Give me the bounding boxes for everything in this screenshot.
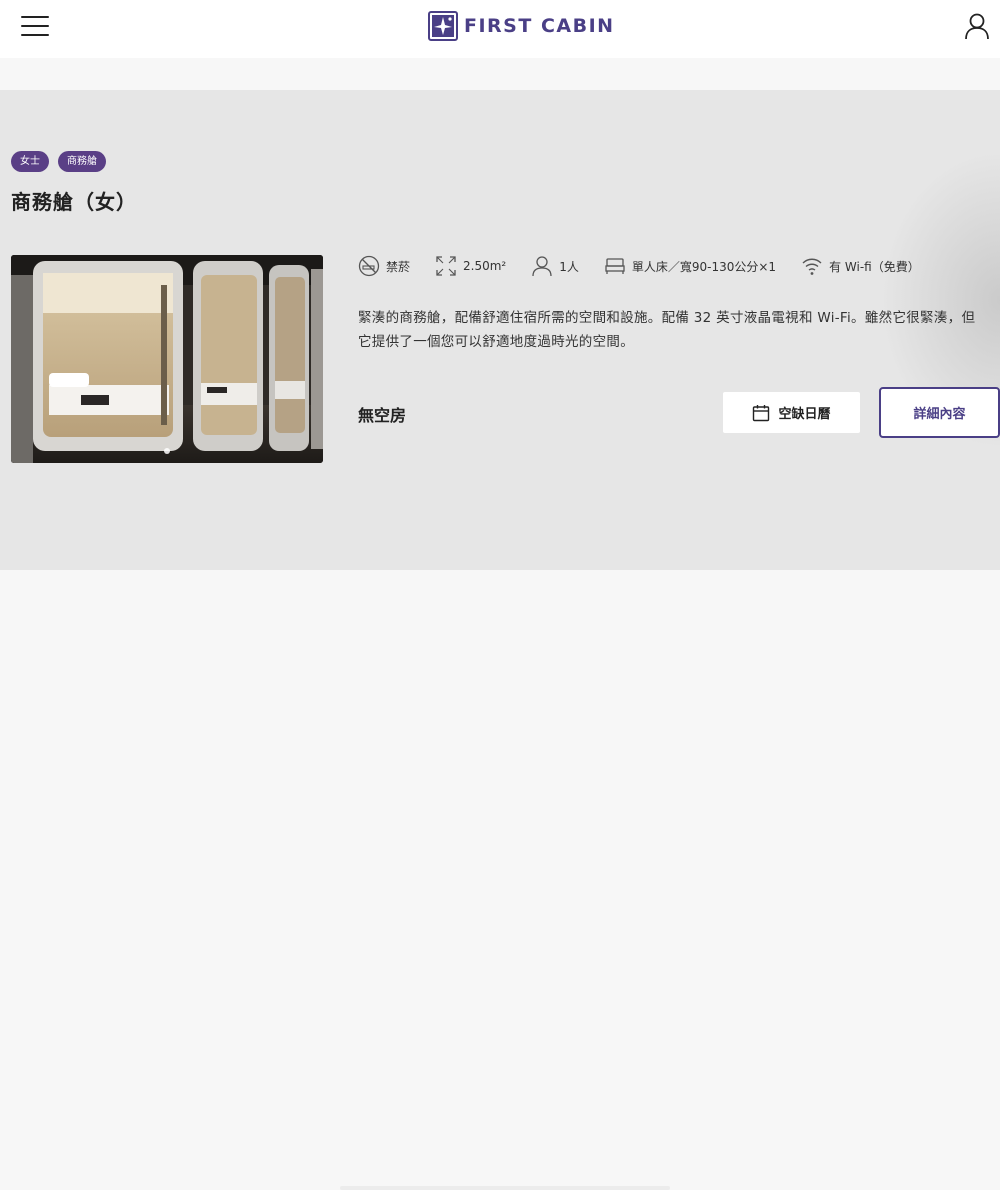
tag-ladies: 女士 xyxy=(11,151,49,172)
room-card: 女士 商務艙 商務艙（女） 禁菸 2.50m² 1人 單人床／寬90-130公分… xyxy=(0,90,1000,570)
feature-area-label: 2.50m² xyxy=(463,259,507,273)
feature-capacity: 1人 xyxy=(531,255,579,277)
person-icon xyxy=(532,256,552,277)
expand-area-icon xyxy=(436,256,456,276)
details-button[interactable]: 詳細內容 xyxy=(879,387,1000,438)
logo-text: FIRST CABIN xyxy=(464,15,615,37)
next-card-edge xyxy=(340,1186,670,1190)
calendar-icon xyxy=(753,404,770,421)
feature-bed-label: 單人床／寬90-130公分×1 xyxy=(631,259,777,274)
feature-wifi: 有 Wi-fi（免費） xyxy=(801,255,920,277)
section-spacer xyxy=(0,58,1000,90)
details-button-label: 詳細內容 xyxy=(913,407,966,422)
logo-mark-icon xyxy=(428,11,458,41)
user-profile-icon[interactable] xyxy=(964,12,990,40)
feature-wifi-label: 有 Wi-fi（免費） xyxy=(829,259,920,274)
room-features: 禁菸 2.50m² 1人 單人床／寬90-130公分×1 有 Wi-fi（免費） xyxy=(358,254,945,278)
site-header: FIRST CABIN xyxy=(0,0,1000,58)
feature-bed: 單人床／寬90-130公分×1 xyxy=(604,255,776,277)
feature-smoking-label: 禁菸 xyxy=(386,259,411,274)
section-spacer-bottom xyxy=(0,570,1000,1190)
site-logo[interactable]: FIRST CABIN xyxy=(428,10,615,42)
bed-icon xyxy=(605,258,625,274)
wifi-icon xyxy=(802,258,822,275)
hamburger-menu-icon[interactable] xyxy=(20,14,50,38)
vacancy-calendar-label: 空缺日曆 xyxy=(778,407,831,422)
feature-smoking: 禁菸 xyxy=(358,255,410,277)
feature-capacity-label: 1人 xyxy=(559,259,579,274)
room-photo[interactable] xyxy=(11,255,323,463)
room-tags: 女士 商務艙 xyxy=(11,151,106,172)
room-title: 商務艙（女） xyxy=(11,190,137,214)
room-description: 緊湊的商務艙，配備舒適住宿所需的空間和設施。配備 32 英寸液晶電視和 Wi-F… xyxy=(358,310,976,350)
room-photo-image xyxy=(11,255,323,463)
tag-business: 商務艙 xyxy=(58,151,106,172)
no-smoking-icon xyxy=(358,255,380,277)
feature-area: 2.50m² xyxy=(435,255,506,277)
vacancy-calendar-button[interactable]: 空缺日曆 xyxy=(723,392,860,433)
availability-status: 無空房 xyxy=(358,406,407,425)
